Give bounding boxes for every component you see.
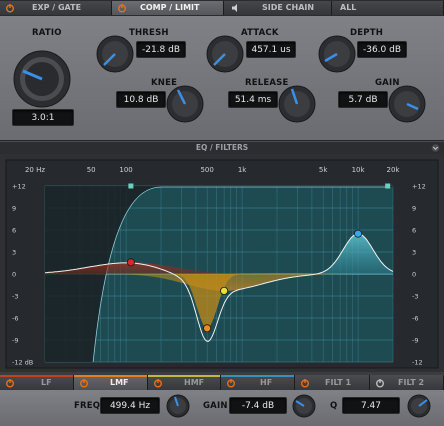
depth-value[interactable]: -36.0 dB xyxy=(357,41,407,58)
band-tab-filt1[interactable]: FILT 1 xyxy=(295,375,370,390)
q-knob[interactable] xyxy=(407,392,431,420)
module-tab-bar: EXP / GATE COMP / LIMIT SIDE CHAIN ALL xyxy=(0,0,444,17)
db-tick-label: -12 dB xyxy=(12,359,33,367)
power-icon[interactable] xyxy=(5,3,15,13)
tab-side-chain[interactable]: SIDE CHAIN xyxy=(224,1,332,15)
tab-label: EXP / GATE xyxy=(32,3,82,12)
power-icon[interactable] xyxy=(79,378,89,388)
ratio-value[interactable]: 3.0:1 xyxy=(12,109,74,126)
band-tab-label: FILT 2 xyxy=(398,378,425,387)
tab-label: COMP / LIMIT xyxy=(140,3,200,12)
filter-handle xyxy=(385,183,391,189)
release-value[interactable]: 51.4 ms xyxy=(228,91,278,108)
freq-label: FREQ xyxy=(74,401,101,411)
db-tick-label: 3 xyxy=(12,249,16,257)
release-knob[interactable] xyxy=(277,84,317,124)
db-tick-label-right: 3 xyxy=(412,249,416,257)
db-tick-label: -9 xyxy=(12,337,18,345)
attack-knob[interactable] xyxy=(205,34,245,74)
tab-comp-limit[interactable]: COMP / LIMIT xyxy=(112,1,224,15)
attack-value[interactable]: 457.1 us xyxy=(246,41,296,58)
band-gain-knob[interactable] xyxy=(292,392,316,420)
db-tick-label-right: -3 xyxy=(412,293,418,301)
tab-label: SIDE CHAIN xyxy=(262,3,315,12)
freq-tick-label: 1k xyxy=(238,166,247,174)
band-tab-lmf[interactable]: LMF xyxy=(74,375,148,390)
attack-label: ATTACK xyxy=(241,28,279,38)
freq-tick-label: 5k xyxy=(319,166,328,174)
thresh-knob[interactable] xyxy=(95,34,135,74)
freq-tick-label: 50 xyxy=(87,166,96,174)
eq-band-node-lf[interactable] xyxy=(126,258,135,267)
band-gain-label: GAIN xyxy=(203,401,228,411)
power-icon[interactable] xyxy=(5,378,15,388)
band-color-stripe xyxy=(221,375,294,377)
db-tick-label: -3 xyxy=(12,293,18,301)
tab-all[interactable]: ALL xyxy=(332,1,444,15)
db-tick-label: 6 xyxy=(12,227,16,235)
gain-value[interactable]: 5.7 dB xyxy=(338,91,388,108)
freq-tick-label: 20 Hz xyxy=(25,166,45,174)
band-tab-label: LMF xyxy=(110,378,129,387)
q-value[interactable]: 7.47 xyxy=(342,397,400,414)
q-label: Q xyxy=(330,401,338,411)
band-tab-label: HMF xyxy=(184,378,205,387)
band-tab-filt2[interactable]: FILT 2 xyxy=(370,375,444,390)
db-tick-label-right: -9 xyxy=(412,337,418,345)
db-tick-label-right: +12 xyxy=(412,183,426,191)
band-tab-label: LF xyxy=(41,378,52,387)
freq-tick-label: 20k xyxy=(387,166,401,174)
freq-tick-label: 500 xyxy=(200,166,213,174)
band-tab-hmf[interactable]: HMF xyxy=(148,375,221,390)
db-tick-label-right: 9 xyxy=(412,205,416,213)
eq-graph[interactable]: 20 Hz 50 100 500 1k 5k 10k 20k +12 9 6 3 0 -3 -6 -9 -12 … xyxy=(0,154,444,372)
db-tick-label: 0 xyxy=(12,271,16,279)
eq-header: EQ / FILTERS xyxy=(0,141,444,155)
eq-band-node-hmf[interactable] xyxy=(220,286,229,295)
band-controls: FREQ 499.4 Hz GAIN -7.4 dB Q 7.47 xyxy=(0,390,444,426)
depth-knob[interactable] xyxy=(317,34,357,74)
speaker-icon xyxy=(232,4,237,12)
power-icon[interactable] xyxy=(375,378,385,388)
band-color-stripe xyxy=(0,375,73,377)
db-tick-label: +12 xyxy=(12,183,26,191)
power-icon[interactable] xyxy=(117,3,127,13)
ratio-label: RATIO xyxy=(32,28,62,38)
db-tick-label-right: 0 xyxy=(412,271,416,279)
eq-band-node-lmf[interactable] xyxy=(203,324,212,333)
band-tab-bar: LF LMF HMF HF FILT 1 FILT 2 xyxy=(0,375,444,390)
band-tab-label: FILT 1 xyxy=(325,378,352,387)
power-icon[interactable] xyxy=(300,378,310,388)
power-icon[interactable] xyxy=(153,378,163,388)
freq-knob[interactable] xyxy=(166,392,190,420)
filter-handle xyxy=(128,183,134,189)
knee-value[interactable]: 10.8 dB xyxy=(116,91,166,108)
thresh-value[interactable]: -21.8 dB xyxy=(136,41,186,58)
band-tab-lf[interactable]: LF xyxy=(0,375,74,390)
knee-knob[interactable] xyxy=(165,84,205,124)
power-icon[interactable] xyxy=(226,378,236,388)
db-tick-label-right: -6 xyxy=(412,315,418,323)
db-tick-label: 9 xyxy=(12,205,16,213)
gain-knob[interactable] xyxy=(387,84,427,124)
ratio-knob[interactable] xyxy=(7,48,77,110)
freq-value[interactable]: 499.4 Hz xyxy=(100,397,160,414)
band-tab-label: HF xyxy=(260,378,273,387)
db-tick-label-right: -12 xyxy=(412,359,423,367)
db-tick-label: -6 xyxy=(12,315,18,323)
db-tick-label-right: 6 xyxy=(412,227,416,235)
collapse-chevron-icon[interactable] xyxy=(431,144,440,152)
eq-title: EQ / FILTERS xyxy=(195,143,249,152)
tab-exp-gate[interactable]: EXP / GATE xyxy=(0,1,112,15)
tab-label: ALL xyxy=(340,3,357,12)
band-tab-hf[interactable]: HF xyxy=(221,375,295,390)
eq-band-node-hf[interactable] xyxy=(354,229,363,238)
dynamics-panel: RATIO 3.0:1 THRESH -21.8 dB KNEE 10.8 dB… xyxy=(0,16,444,141)
band-gain-value[interactable]: -7.4 dB xyxy=(229,397,287,414)
freq-tick-label: 100 xyxy=(119,166,132,174)
freq-tick-label: 10k xyxy=(352,166,366,174)
